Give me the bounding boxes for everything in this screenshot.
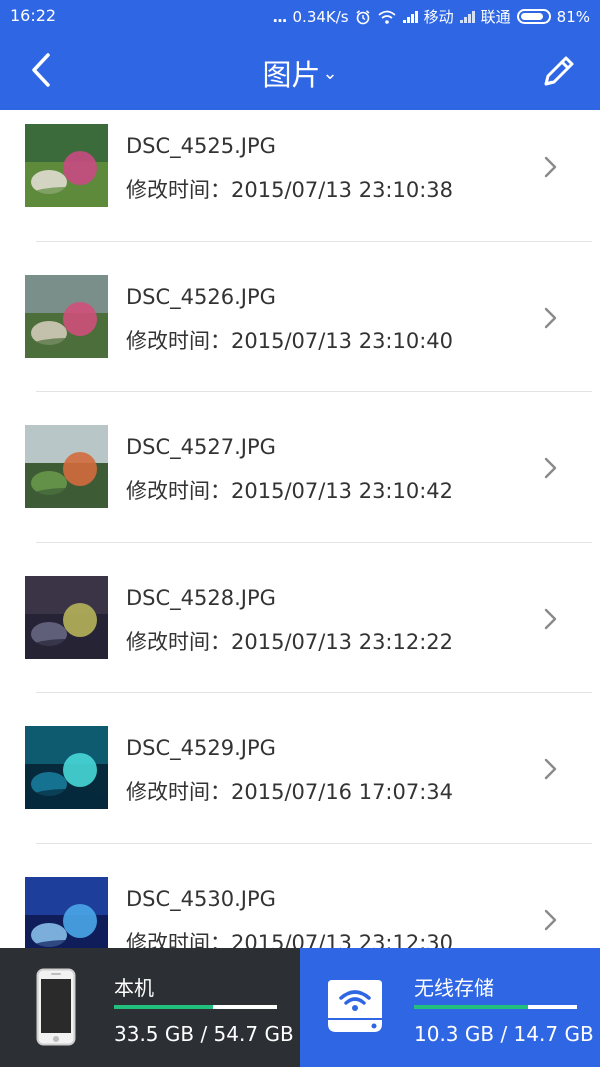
storage-wireless[interactable]: 无线存储 10.3 GB / 14.7 GB xyxy=(300,948,600,1067)
file-modified-time: 修改时间：2015/07/16 17:07:34 xyxy=(126,780,454,804)
file-name: DSC_4529.JPG xyxy=(126,736,276,760)
app-header: 图片 ⌄ xyxy=(0,32,600,110)
page-title: 图片 xyxy=(262,58,321,92)
local-label: 本机 xyxy=(114,976,154,1000)
photo-thumbnail xyxy=(25,425,108,508)
signal-icon xyxy=(402,10,418,23)
wireless-progress-fill xyxy=(414,1005,529,1009)
row-divider xyxy=(36,240,592,242)
file-modified-time: 修改时间：2015/07/13 23:12:30 xyxy=(126,930,454,949)
battery-level: 81% xyxy=(556,7,590,26)
photo-thumbnail xyxy=(25,726,108,809)
local-progress xyxy=(114,1005,277,1009)
carrier-1: 移动 xyxy=(423,8,454,26)
file-row[interactable]: DSC_4530.JPG 修改时间：2015/07/13 23:12:30 xyxy=(0,863,600,949)
status-bar: 16:22 ... 0.34K/s 移动 联通 81% xyxy=(0,0,600,32)
chevron-right-icon[interactable] xyxy=(540,303,560,333)
wifi-icon xyxy=(378,10,396,24)
chevron-right-icon[interactable] xyxy=(540,754,560,784)
edit-icon[interactable] xyxy=(538,50,580,92)
photo-thumbnail xyxy=(25,575,108,659)
row-divider xyxy=(36,692,592,693)
file-name: DSC_4530.JPG xyxy=(126,886,276,911)
file-name: DSC_4526.JPG xyxy=(126,284,276,309)
photo-thumbnail xyxy=(25,274,108,358)
wireless-progress xyxy=(414,1005,577,1009)
file-name: DSC_4527.JPG xyxy=(126,435,276,459)
carrier-2: 联通 xyxy=(480,8,511,26)
chevron-right-icon[interactable] xyxy=(540,905,560,935)
file-row[interactable]: DSC_4527.JPG 修改时间：2015/07/13 23:10:42 xyxy=(0,411,600,561)
chevron-right-icon[interactable] xyxy=(540,604,560,634)
chevron-right-icon[interactable] xyxy=(540,152,560,182)
local-progress-fill xyxy=(114,1005,214,1009)
wireless-label: 无线存储 xyxy=(414,976,494,1000)
chevron-right-icon[interactable] xyxy=(540,453,560,483)
wireless-capacity: 10.3 GB / 14.7 GB xyxy=(414,1022,594,1046)
alarm-icon xyxy=(356,9,370,24)
local-capacity: 33.5 GB / 54.7 GB xyxy=(114,1022,294,1046)
file-row[interactable]: DSC_4525.JPG 修改时间：2015/07/13 23:10:38 xyxy=(0,110,600,260)
row-divider xyxy=(36,842,592,844)
file-modified-time: 修改时间：2015/07/13 23:12:22 xyxy=(126,629,454,654)
phone-icon xyxy=(36,968,76,1046)
status-time: 16:22 xyxy=(10,6,57,25)
signal-icon-2 xyxy=(459,10,475,23)
status-dots: ... xyxy=(272,7,287,26)
photo-thumbnail xyxy=(25,876,108,948)
storage-bar: 本机 33.5 GB / 54.7 GB 无线存储 10.3 GB / 14.7… xyxy=(0,948,600,1067)
status-right: ... 0.34K/s 移动 联通 81% xyxy=(272,6,590,27)
file-row[interactable]: DSC_4526.JPG 修改时间：2015/07/13 23:10:40 xyxy=(0,261,600,411)
file-modified-time: 修改时间：2015/07/13 23:10:42 xyxy=(126,479,454,503)
dropdown-caret-icon: ⌄ xyxy=(322,63,338,84)
battery-icon xyxy=(516,9,551,24)
title-dropdown[interactable]: 图片 ⌄ xyxy=(0,52,600,94)
storage-local[interactable]: 本机 33.5 GB / 54.7 GB xyxy=(0,948,300,1067)
row-divider xyxy=(36,541,592,543)
file-list: DSC_4525.JPG 修改时间：2015/07/13 23:10:38 DSC_… xyxy=(0,110,600,948)
file-modified-time: 修改时间：2015/07/13 23:10:38 xyxy=(126,178,454,202)
file-row[interactable]: DSC_4528.JPG 修改时间：2015/07/13 23:12:22 xyxy=(0,562,600,712)
row-divider xyxy=(36,391,592,392)
file-row[interactable]: DSC_4529.JPG 修改时间：2015/07/16 17:07:34 xyxy=(0,712,600,862)
app-root: 16:22 ... 0.34K/s 移动 联通 81% 图片 ⌄ DSC_452… xyxy=(0,0,600,1067)
wifi-drive-icon xyxy=(328,980,382,1032)
file-name: DSC_4525.JPG xyxy=(126,134,276,158)
file-modified-time: 修改时间：2015/07/13 23:10:40 xyxy=(126,328,454,353)
status-speed: 0.34K/s xyxy=(292,7,349,26)
file-name: DSC_4528.JPG xyxy=(126,585,276,610)
photo-thumbnail xyxy=(25,124,108,207)
